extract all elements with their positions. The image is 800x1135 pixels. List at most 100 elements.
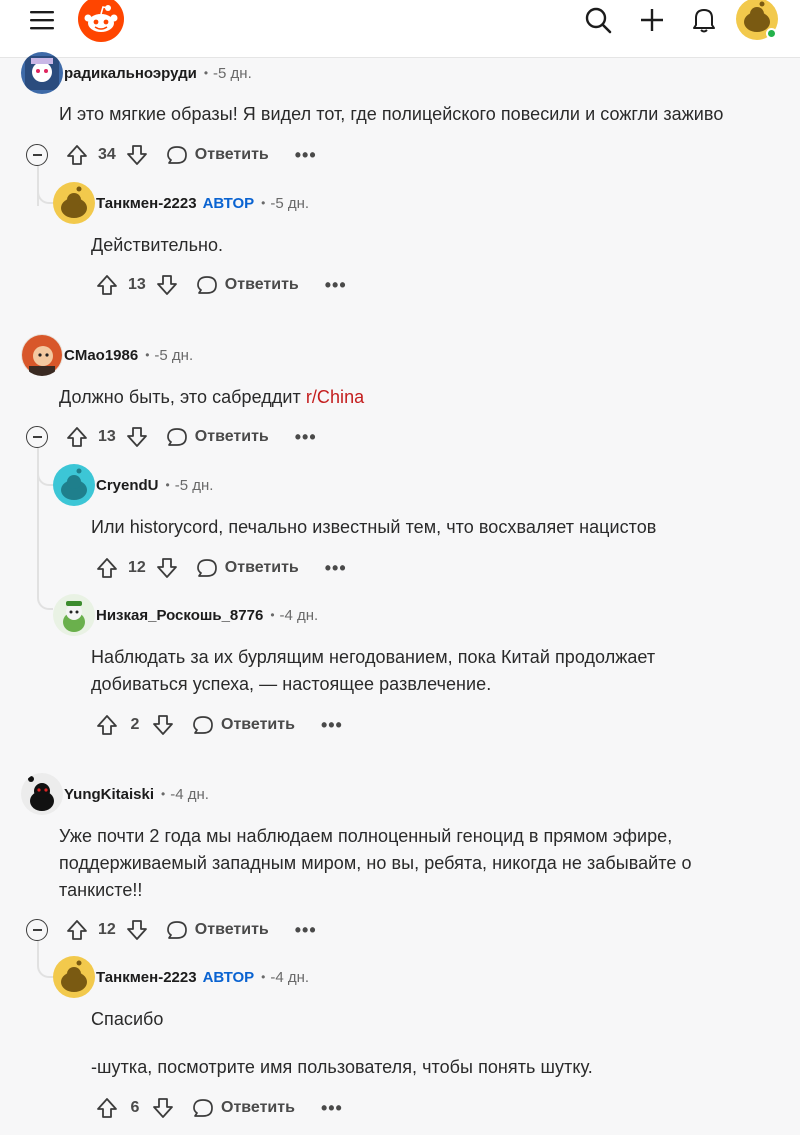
avatar[interactable] (53, 182, 95, 224)
avatar[interactable] (53, 594, 95, 636)
more-options-icon[interactable]: ••• (295, 428, 317, 446)
vote-score: 13 (128, 276, 146, 293)
comment-header: Танкмен-2223 АВТОР • -5 дн. (53, 181, 309, 225)
reply-label: Ответить (194, 146, 269, 163)
username[interactable]: CryendU (96, 477, 159, 494)
upvote-icon[interactable] (94, 272, 120, 298)
comment-body: Действительно. (91, 232, 223, 259)
upvote-icon[interactable] (94, 1095, 120, 1121)
menu-icon[interactable] (22, 2, 62, 38)
comment-text: И это мягкие образы! Я видел тот, где по… (59, 104, 724, 124)
comment-text-line: Наблюдать за их бурлящим негодованием, п… (91, 647, 656, 667)
more-options-icon[interactable]: ••• (325, 276, 347, 294)
comment-header: CryendU • -5 дн. (53, 463, 213, 507)
timestamp: -4 дн. (270, 968, 310, 986)
thread-branch (37, 472, 53, 486)
username[interactable]: CMao1986 (64, 347, 138, 364)
collapse-icon[interactable] (26, 919, 48, 941)
search-icon[interactable] (580, 2, 616, 38)
comment-text: Должно быть, это сабреддит (59, 387, 306, 407)
separator-dot: • (161, 787, 166, 801)
reply-label: Ответить (194, 428, 269, 445)
reply-button[interactable]: Ответить (196, 274, 299, 296)
thread-line (37, 448, 39, 598)
separator-dot: • (165, 478, 170, 492)
comment-body: И это мягкие образы! Я видел тот, где по… (59, 101, 723, 128)
downvote-icon[interactable] (150, 1095, 176, 1121)
online-status-dot (766, 28, 777, 39)
comment-header: CMao1986 • -5 дн. (21, 333, 193, 377)
plus-icon[interactable] (634, 2, 670, 38)
reply-button[interactable]: Ответить (166, 919, 269, 941)
reply-button[interactable]: Ответить (166, 144, 269, 166)
comment-actions: 6 Ответить ••• (94, 1093, 343, 1123)
username[interactable]: YungKitaiski (64, 786, 154, 803)
reply-label: Ответить (221, 1099, 295, 1116)
comment-actions: 13 Ответить ••• (26, 422, 317, 452)
more-options-icon[interactable]: ••• (295, 921, 317, 939)
avatar[interactable] (21, 334, 63, 376)
comment-header: радикальноэруди • -5 дн. (21, 51, 252, 95)
timestamp: -4 дн. (170, 785, 209, 803)
reply-label: Ответить (224, 276, 299, 293)
bell-icon[interactable] (686, 2, 722, 38)
reply-button[interactable]: Ответить (192, 714, 295, 736)
timestamp: -5 дн. (174, 476, 214, 494)
subreddit-link[interactable]: r/China (306, 387, 364, 407)
reply-label: Ответить (224, 559, 299, 576)
comment-text-line: добиваться успеха, — настоящее развлечен… (91, 674, 492, 694)
reply-button[interactable]: Ответить (192, 1097, 295, 1119)
upvote-icon[interactable] (94, 712, 120, 738)
separator-dot: • (261, 970, 266, 984)
comment-text-line: -шутка, посмотрите имя пользователя, что… (91, 1057, 593, 1077)
vote-score: 2 (130, 716, 140, 733)
comment-body: Уже почти 2 года мы наблюдаем полноценны… (59, 823, 692, 904)
reddit-logo-icon[interactable] (78, 0, 124, 42)
op-badge: АВТОР (202, 194, 255, 212)
timestamp: -5 дн. (154, 346, 194, 364)
downvote-icon[interactable] (124, 917, 150, 943)
top-bar (0, 0, 800, 58)
comment-text: Действительно. (91, 235, 224, 255)
more-options-icon[interactable]: ••• (325, 559, 347, 577)
avatar[interactable] (21, 773, 63, 815)
separator-dot: • (203, 66, 209, 80)
comment-text: Или historycord, печально известный тем,… (91, 517, 657, 537)
comment-text-line: поддерживаемый западным миром, но вы, ре… (59, 853, 692, 873)
user-avatar[interactable] (736, 0, 778, 40)
timestamp: -5 дн. (270, 194, 310, 212)
comment-body: Или historycord, печально известный тем,… (91, 514, 656, 541)
avatar[interactable] (53, 464, 95, 506)
downvote-icon[interactable] (124, 424, 150, 450)
avatar[interactable] (21, 52, 63, 94)
comment-actions: 12 Ответить ••• (94, 553, 347, 583)
comment-text-line: Уже почти 2 года мы наблюдаем полноценны… (59, 826, 673, 846)
comment-actions: 2 Ответить ••• (94, 710, 343, 740)
vote-score: 12 (128, 559, 146, 576)
username[interactable]: радикальноэруди (64, 65, 197, 82)
downvote-icon[interactable] (154, 555, 180, 581)
comment-body: Спасибо (91, 1006, 163, 1033)
more-options-icon[interactable]: ••• (321, 716, 343, 734)
upvote-icon[interactable] (94, 555, 120, 581)
vote-score: 6 (130, 1099, 140, 1116)
more-options-icon[interactable]: ••• (295, 146, 317, 164)
comment-body: -шутка, посмотрите имя пользователя, что… (91, 1054, 593, 1081)
collapse-icon[interactable] (26, 426, 48, 448)
reply-button[interactable]: Ответить (196, 557, 299, 579)
upvote-icon[interactable] (64, 424, 90, 450)
username[interactable]: Танкмен-2223 (96, 195, 197, 212)
username[interactable]: Низкая_Роскошь_8776 (96, 607, 263, 624)
collapse-icon[interactable] (26, 144, 48, 166)
upvote-icon[interactable] (64, 917, 90, 943)
reply-label: Ответить (194, 921, 269, 938)
more-options-icon[interactable]: ••• (321, 1099, 343, 1117)
comment-actions: 34 Ответить ••• (26, 140, 317, 170)
reply-button[interactable]: Ответить (166, 426, 269, 448)
upvote-icon[interactable] (64, 142, 90, 168)
downvote-icon[interactable] (124, 142, 150, 168)
downvote-icon[interactable] (150, 712, 176, 738)
avatar[interactable] (53, 956, 95, 998)
username[interactable]: Танкмен-2223 (96, 969, 197, 986)
downvote-icon[interactable] (154, 272, 180, 298)
